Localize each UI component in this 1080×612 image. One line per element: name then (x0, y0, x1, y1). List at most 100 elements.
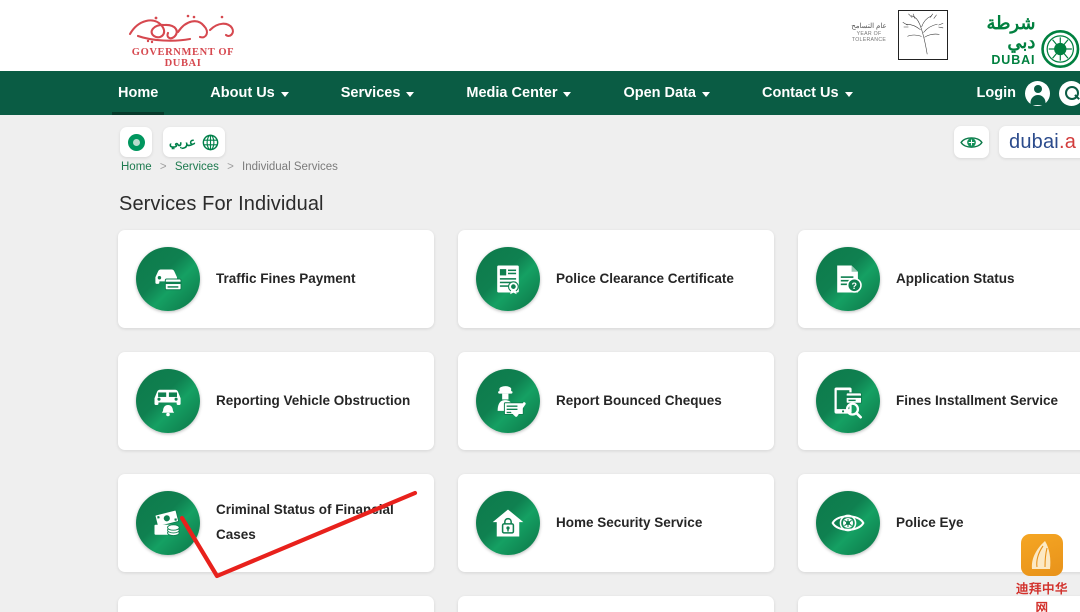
chevron-down-icon (844, 92, 853, 97)
language-switch-button[interactable]: عربي (163, 127, 225, 157)
services-row-partial (118, 596, 1080, 612)
chevron-down-icon (280, 92, 289, 97)
service-card-application-status[interactable]: ? Application Status (798, 230, 1080, 328)
ghaf-tree-icon (902, 13, 944, 55)
dubai-ae-text-primary: dubai (1009, 130, 1059, 153)
breadcrumb-item-services[interactable]: Services (175, 161, 219, 173)
service-card-criminal-status-of-financial-cases[interactable]: Criminal Status of Financial Cases (118, 474, 434, 572)
site-header: GOVERNMENT OF DUBAI عام التسامح YEAR OF … (0, 0, 1080, 83)
police-eye-icon (960, 136, 983, 148)
nav-item-services[interactable]: Services (341, 71, 415, 115)
dubai-ae-wordmark: dubai.a (1009, 131, 1076, 154)
service-card-police-clearance-certificate[interactable]: Police Clearance Certificate (458, 230, 774, 328)
nav-item-label: Contact Us (761, 85, 839, 101)
sail-glyph-icon (1031, 541, 1051, 569)
breadcrumb-separator: > (159, 161, 167, 173)
breadcrumb-item-current: Individual Services (242, 161, 338, 173)
car-with-bell-icon (154, 389, 181, 417)
service-card-label: Application Status (896, 270, 1015, 286)
police-eye-button[interactable] (954, 126, 989, 158)
chevron-down-icon (701, 92, 710, 97)
nav-item-media-center[interactable]: Media Center (466, 71, 572, 115)
card-icon-circle (816, 491, 880, 555)
service-card-fines-installment-service[interactable]: Fines Installment Service (798, 352, 1080, 450)
services-row: Reporting Vehicle Obstruction Report Bou… (118, 352, 1080, 450)
nav-items: Home About Us Services Media Center Open… (111, 71, 905, 115)
document-with-question-mark-icon: ? (837, 265, 862, 293)
certificate-with-seal-icon (497, 265, 519, 295)
service-card-traffic-fines-payment[interactable]: Traffic Fines Payment (118, 230, 434, 328)
page-root: GOVERNMENT OF DUBAI عام التسامح YEAR OF … (0, 0, 1080, 612)
nav-right-actions: Login (977, 71, 1080, 115)
language-label: عربي (168, 135, 197, 149)
service-card-label: Traffic Fines Payment (216, 270, 356, 286)
service-card-reporting-vehicle-obstruction[interactable]: Reporting Vehicle Obstruction (118, 352, 434, 450)
money-cash-icon (154, 509, 180, 537)
dubai-ae-portal-link[interactable]: dubai.a (999, 126, 1080, 158)
card-icon-circle (816, 369, 880, 433)
service-card-label: Reporting Vehicle Obstruction (216, 392, 411, 408)
accessibility-dot-icon (127, 133, 145, 151)
card-icon-circle (476, 247, 540, 311)
house-with-lock-icon (492, 509, 524, 537)
card-icon-circle (476, 491, 540, 555)
service-card-label: Fines Installment Service (896, 392, 1059, 408)
card-icon-circle (136, 369, 200, 433)
government-of-dubai-logo[interactable]: GOVERNMENT OF DUBAI (118, 8, 248, 69)
dubai-police-emblem-icon (1041, 30, 1080, 69)
nav-item-label: Media Center (466, 85, 558, 101)
year-of-tolerance-mark (898, 10, 948, 60)
chevron-down-icon (563, 92, 572, 97)
service-card-label: Criminal Status of Financial Cases (216, 502, 394, 542)
service-card-home-security-service[interactable]: Home Security Service (458, 474, 774, 572)
car-with-card-icon (155, 269, 182, 291)
breadcrumb: Home > Services > Individual Services (121, 161, 338, 173)
svg-text:?: ? (852, 281, 858, 291)
services-row: Criminal Status of Financial Cases Home … (118, 474, 1080, 572)
page-title: Services For Individual (119, 193, 324, 215)
service-card-report-bounced-cheques[interactable]: Report Bounced Cheques (458, 352, 774, 450)
watermark-chinese-text: 迪拜中华网 (1015, 582, 1068, 612)
tablet-card-magnifier-icon (834, 387, 862, 419)
search-icon[interactable] (1059, 80, 1080, 106)
chevron-down-icon (406, 92, 415, 97)
service-card-label: Home Security Service (556, 514, 703, 530)
year-of-tolerance-english: YEAR OF TOLERANCE (851, 31, 887, 44)
government-of-dubai-label: GOVERNMENT OF DUBAI (131, 47, 235, 69)
nav-item-open-data[interactable]: Open Data (623, 71, 710, 115)
nav-item-label: Home (118, 85, 159, 101)
accessibility-toggle-button[interactable] (120, 127, 152, 157)
dubai-police-arabic: شرطة دبي (986, 13, 1036, 52)
breadcrumb-item-home[interactable]: Home (121, 161, 152, 173)
police-eye-emblem-icon (831, 514, 865, 532)
service-card-label: Police Clearance Certificate (556, 270, 734, 286)
police-officer-with-cheque-icon (497, 386, 526, 417)
government-of-dubai-arabic-calligraphy-icon (128, 14, 234, 44)
service-card-label: Police Eye (896, 514, 964, 530)
login-label[interactable]: Login (977, 85, 1016, 101)
dubai-ae-text-suffix: .a (1058, 130, 1077, 153)
card-icon-circle (476, 369, 540, 433)
nav-item-home[interactable]: Home (111, 71, 165, 115)
user-avatar-icon[interactable] (1025, 80, 1050, 106)
globe-icon (202, 134, 219, 150)
service-card-label: Report Bounced Cheques (556, 392, 722, 408)
breadcrumb-separator: > (227, 161, 234, 173)
service-card-partial[interactable] (118, 596, 434, 612)
card-icon-circle: ? (816, 247, 880, 311)
nav-item-contact-us[interactable]: Contact Us (762, 71, 853, 115)
year-of-tolerance-text: عام التسامح YEAR OF TOLERANCE (843, 22, 895, 43)
site-watermark: 迪拜中华网 dibaichina.com (1010, 534, 1074, 612)
main-navigation: Home About Us Services Media Center Open… (0, 71, 1080, 115)
service-card-partial[interactable] (458, 596, 774, 612)
nav-item-label: About Us (210, 85, 275, 101)
year-of-tolerance-arabic: عام التسامح (851, 23, 887, 30)
services-grid: Traffic Fines Payment Police Clearance C… (118, 230, 1080, 612)
services-row: Traffic Fines Payment Police Clearance C… (118, 230, 1080, 328)
nav-item-label: Open Data (623, 85, 696, 101)
nav-item-label: Services (340, 85, 401, 101)
card-icon-circle (136, 491, 200, 555)
nav-item-about-us[interactable]: About Us (210, 71, 289, 115)
card-icon-circle (136, 247, 200, 311)
dibaichina-sail-badge-icon (1021, 534, 1063, 576)
